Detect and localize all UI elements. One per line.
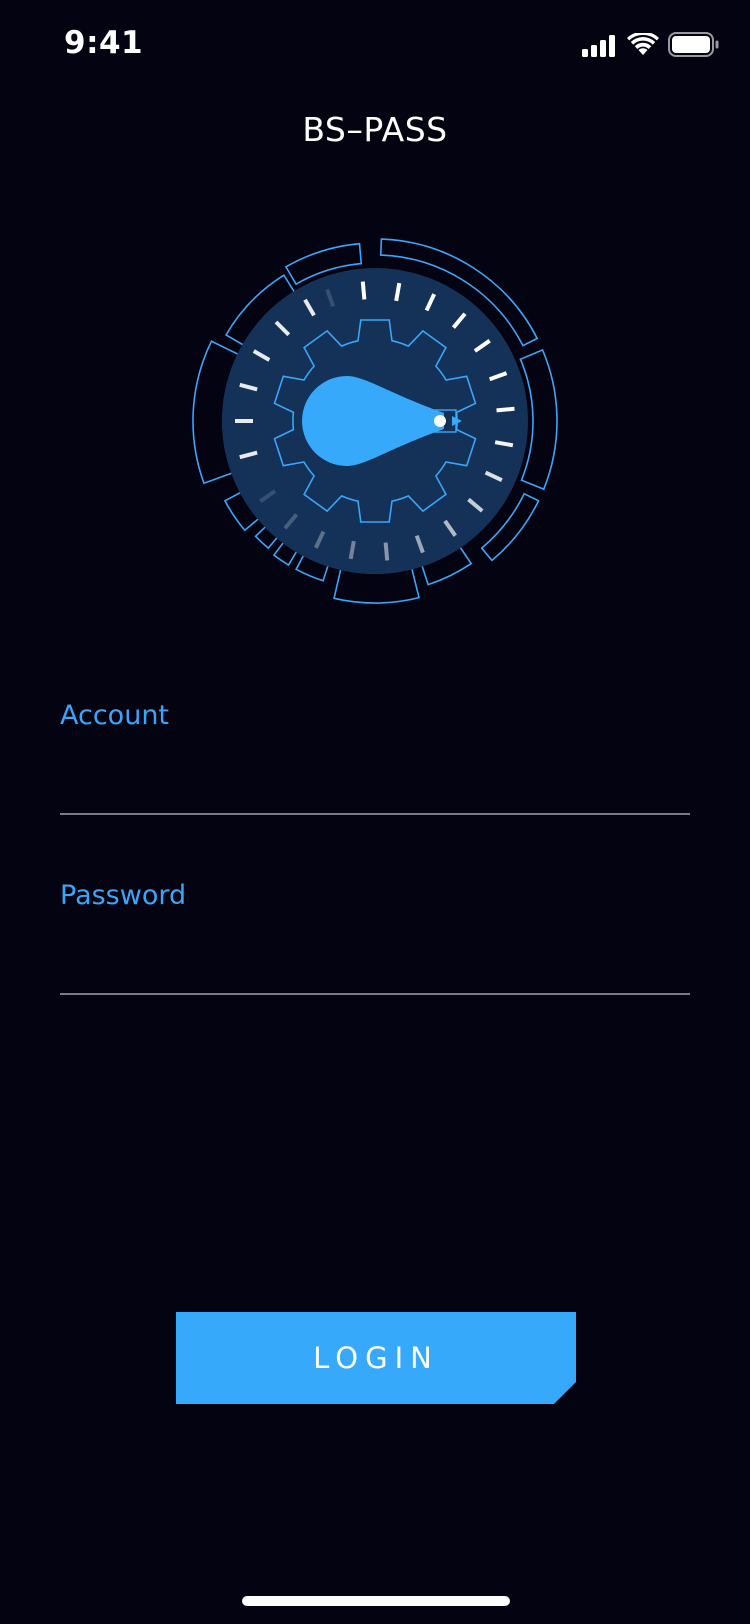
status-icons bbox=[582, 32, 722, 60]
account-label: Account bbox=[60, 700, 170, 731]
password-underline bbox=[60, 993, 690, 995]
dial-tick bbox=[496, 406, 515, 413]
password-label: Password bbox=[60, 880, 187, 911]
password-field: Password bbox=[60, 880, 690, 1010]
login-button-label: LOGIN bbox=[313, 1341, 439, 1375]
status-bar: 9:41 bbox=[0, 0, 750, 92]
dial-tick bbox=[383, 542, 390, 561]
home-indicator[interactable] bbox=[242, 1596, 510, 1606]
login-button[interactable]: LOGIN bbox=[176, 1312, 576, 1404]
password-input[interactable] bbox=[60, 930, 690, 980]
wifi-icon bbox=[627, 33, 659, 55]
dial-graphic bbox=[192, 238, 558, 604]
battery-icon bbox=[668, 32, 719, 57]
dial-tick bbox=[360, 281, 367, 300]
needle-dot bbox=[434, 415, 446, 427]
page-title: BS–PASS bbox=[302, 110, 448, 149]
status-time: 9:41 bbox=[64, 25, 144, 61]
account-input[interactable] bbox=[60, 750, 690, 800]
account-underline bbox=[60, 813, 690, 815]
gear-dial-icon bbox=[190, 236, 560, 606]
account-field: Account bbox=[60, 700, 690, 830]
cellular-signal-icon bbox=[582, 35, 615, 57]
